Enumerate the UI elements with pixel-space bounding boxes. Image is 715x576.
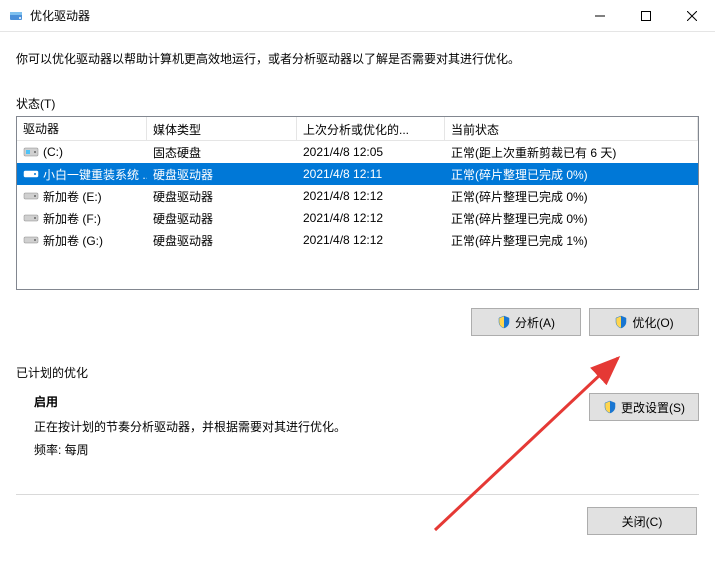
optimize-button-label: 优化(O) [632,314,673,331]
drive-name: 新加卷 (F:) [43,210,101,227]
drive-name: (C:) [43,145,63,159]
shield-icon [614,315,628,329]
drive-status: 正常(碎片整理已完成 0%) [445,185,698,208]
scheduled-enabled: 启用 [34,393,346,410]
drive-row[interactable]: 小白一键重装系统 ...硬盘驱动器2021/4/8 12:11正常(碎片整理已完… [17,163,698,185]
drive-row[interactable]: 新加卷 (G:) 硬盘驱动器2021/4/8 12:12正常(碎片整理已完成 1%… [17,229,698,251]
col-header-drive[interactable]: 驱动器 [17,117,147,140]
analyze-button-label: 分析(A) [515,314,555,331]
analyze-button[interactable]: 分析(A) [471,308,581,336]
drive-type: 硬盘驱动器 [147,207,297,230]
drive-list-header: 驱动器 媒体类型 上次分析或优化的... 当前状态 [17,117,698,141]
drive-status: 正常(距上次重新剪裁已有 6 天) [445,141,698,164]
app-icon [8,8,24,24]
drive-icon [23,146,39,158]
drive-date: 2021/4/8 12:11 [297,164,445,184]
drive-icon [23,190,39,202]
change-settings-button[interactable]: 更改设置(S) [589,393,699,421]
drive-icon [23,234,39,246]
drive-date: 2021/4/8 12:12 [297,186,445,206]
drive-name: 小白一键重装系统 ... [43,166,147,183]
drive-name: 新加卷 (E:) [43,188,102,205]
drive-icon [23,212,39,224]
drive-row[interactable]: 新加卷 (F:) 硬盘驱动器2021/4/8 12:12正常(碎片整理已完成 0%… [17,207,698,229]
drive-status: 正常(碎片整理已完成 0%) [445,207,698,230]
divider [16,494,699,495]
col-header-type[interactable]: 媒体类型 [147,117,297,140]
optimize-button[interactable]: 优化(O) [589,308,699,336]
drive-row[interactable]: 新加卷 (E:) 硬盘驱动器2021/4/8 12:12正常(碎片整理已完成 0%… [17,185,698,207]
drive-name: 新加卷 (G:) [43,232,103,249]
scheduled-freq: 频率: 每周 [34,441,346,458]
drive-type: 硬盘驱动器 [147,163,297,186]
drive-date: 2021/4/8 12:12 [297,208,445,228]
col-header-status[interactable]: 当前状态 [445,117,698,140]
close-footer-label: 关闭(C) [622,513,663,530]
drive-type: 硬盘驱动器 [147,185,297,208]
drive-date: 2021/4/8 12:05 [297,142,445,162]
drive-status: 正常(碎片整理已完成 1%) [445,229,698,252]
shield-icon [497,315,511,329]
close-footer-button[interactable]: 关闭(C) [587,507,697,535]
drive-type: 硬盘驱动器 [147,229,297,252]
scheduled-desc: 正在按计划的节奏分析驱动器，并根据需要对其进行优化。 [34,418,346,435]
shield-icon [603,400,617,414]
status-label: 状态(T) [16,95,699,112]
drive-icon [23,168,39,180]
drive-date: 2021/4/8 12:12 [297,230,445,250]
description-text: 你可以优化驱动器以帮助计算机更高效地运行，或者分析驱动器以了解是否需要对其进行优… [16,50,699,67]
drive-status: 正常(碎片整理已完成 0%) [445,163,698,186]
minimize-button[interactable] [577,0,623,32]
titlebar: 优化驱动器 [0,0,715,32]
window-title: 优化驱动器 [30,7,577,24]
change-settings-label: 更改设置(S) [621,399,685,416]
window-controls [577,0,715,32]
drive-list[interactable]: 驱动器 媒体类型 上次分析或优化的... 当前状态 (C:)固态硬盘2021/4… [16,116,699,290]
maximize-button[interactable] [623,0,669,32]
col-header-date[interactable]: 上次分析或优化的... [297,117,445,140]
drive-row[interactable]: (C:) 固态硬盘2021/4/8 12:05正常(距上次重新剪裁已有 6 天) [17,141,698,163]
drive-type: 固态硬盘 [147,141,297,164]
scheduled-label: 已计划的优化 [16,364,699,381]
close-button[interactable] [669,0,715,32]
